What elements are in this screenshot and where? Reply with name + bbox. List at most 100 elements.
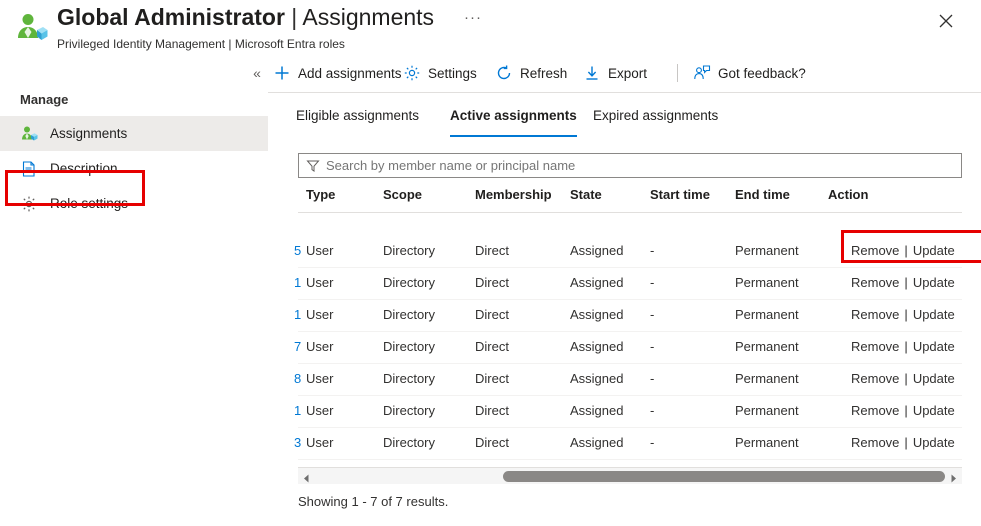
table-row[interactable]: 1 User Directory Direct Assigned - Perma… [298, 268, 962, 300]
clipped-name-fragment: 5 [294, 243, 304, 258]
action-separator: | [904, 339, 907, 354]
feedback-icon [693, 64, 711, 82]
clipped-name-fragment: 8 [294, 371, 304, 386]
cell-scope: Directory [383, 275, 435, 290]
remove-link[interactable]: Remove [851, 243, 899, 258]
download-icon [583, 64, 601, 82]
export-button[interactable]: Export [583, 58, 647, 88]
close-icon[interactable] [931, 7, 961, 37]
cell-state: Assigned [570, 275, 623, 290]
scroll-right-arrow-icon[interactable] [948, 471, 959, 482]
got-feedback-button[interactable]: Got feedback? [693, 58, 806, 88]
cell-action: Remove | Update [851, 339, 955, 354]
toolbar-label: Add assignments [298, 66, 402, 81]
update-link[interactable]: Update [913, 243, 955, 258]
clipped-name-fragment: 7 [294, 339, 304, 354]
sidebar-item-role-settings[interactable]: Role settings [0, 186, 268, 221]
row-divider [298, 459, 962, 460]
column-header-action: Action [828, 187, 868, 202]
clipped-name-fragment: 1 [294, 275, 304, 290]
update-link[interactable]: Update [913, 339, 955, 354]
cell-state: Assigned [570, 307, 623, 322]
scroll-left-arrow-icon[interactable] [301, 471, 312, 482]
cell-start-time: - [650, 339, 654, 354]
remove-link[interactable]: Remove [851, 435, 899, 450]
table-row[interactable]: 3 User Directory Direct Assigned - Perma… [298, 428, 962, 460]
filter-icon [306, 159, 320, 173]
horizontal-scrollbar[interactable] [298, 467, 962, 484]
cell-type: User [306, 275, 333, 290]
refresh-icon [495, 64, 513, 82]
sidebar-item-label: Role settings [50, 196, 128, 211]
remove-link[interactable]: Remove [851, 307, 899, 322]
page-title-primary: Global Administrator [57, 4, 285, 30]
sidebar-item-description[interactable]: Description [0, 151, 268, 186]
cell-start-time: - [650, 243, 654, 258]
cell-type: User [306, 371, 333, 386]
search-container[interactable] [298, 153, 962, 178]
cell-end-time: Permanent [735, 403, 799, 418]
remove-link[interactable]: Remove [851, 371, 899, 386]
action-separator: | [904, 243, 907, 258]
update-link[interactable]: Update [913, 403, 955, 418]
nav-section-manage: Manage [20, 92, 68, 107]
toolbar-label: Refresh [520, 66, 567, 81]
results-count: Showing 1 - 7 of 7 results. [298, 494, 448, 509]
remove-link[interactable]: Remove [851, 339, 899, 354]
table-row[interactable]: 7 User Directory Direct Assigned - Perma… [298, 332, 962, 364]
cell-end-time: Permanent [735, 339, 799, 354]
gear-icon [20, 195, 38, 213]
table-row[interactable]: 8 User Directory Direct Assigned - Perma… [298, 364, 962, 396]
table-header-row: Type Scope Membership State Start time E… [298, 184, 962, 212]
collapse-nav-icon[interactable]: « [246, 62, 268, 84]
page-title-separator: | [291, 4, 297, 30]
cell-action: Remove|Update [851, 435, 955, 450]
cell-state: Assigned [570, 243, 623, 258]
toolbar-label: Export [608, 66, 647, 81]
update-link[interactable]: Update [913, 371, 955, 386]
update-link[interactable]: Update [913, 275, 955, 290]
table-body: 5 User Directory Direct Assigned - Perma… [298, 236, 962, 460]
cell-type: User [306, 307, 333, 322]
document-icon [20, 160, 38, 178]
settings-button[interactable]: Settings [403, 58, 477, 88]
update-link[interactable]: Update [913, 435, 955, 450]
cell-action: Remove | Update [851, 243, 955, 258]
more-options-icon[interactable]: ··· [461, 8, 485, 30]
column-header-state: State [570, 187, 602, 202]
search-input[interactable] [326, 155, 961, 176]
tab-expired-assignments[interactable]: Expired assignments [593, 102, 718, 134]
remove-link[interactable]: Remove [851, 275, 899, 290]
table-row[interactable]: 1 User Directory Direct Assigned - Perma… [298, 300, 962, 332]
tab-label: Active assignments [450, 108, 577, 123]
remove-link[interactable]: Remove [851, 403, 899, 418]
action-separator: | [904, 275, 907, 290]
tab-active-assignments[interactable]: Active assignments [450, 102, 577, 134]
sidebar-item-assignments[interactable]: Assignments [0, 116, 268, 151]
cell-start-time: - [650, 371, 654, 386]
cell-state: Assigned [570, 371, 623, 386]
cell-state: Assigned [570, 435, 623, 450]
update-link[interactable]: Update [913, 307, 955, 322]
clipped-name-fragment: 1 [294, 307, 304, 322]
cell-scope: Directory [383, 243, 435, 258]
cell-type: User [306, 435, 333, 450]
refresh-button[interactable]: Refresh [495, 58, 567, 88]
user-role-icon [20, 125, 38, 143]
cell-type: User [306, 403, 333, 418]
cell-end-time: Permanent [735, 275, 799, 290]
cell-action: Remove|Update [851, 371, 955, 386]
tab-label: Expired assignments [593, 108, 718, 123]
cell-type: User [306, 243, 333, 258]
add-assignments-button[interactable]: Add assignments [273, 58, 402, 88]
scrollbar-thumb[interactable] [503, 471, 945, 482]
cell-state: Assigned [570, 403, 623, 418]
tab-label: Eligible assignments [296, 108, 419, 123]
title-block: Global Administrator | Assignments Privi… [57, 2, 434, 52]
cell-membership: Direct [475, 275, 509, 290]
cell-action: Remove|Update [851, 307, 955, 322]
table-row[interactable]: 5 User Directory Direct Assigned - Perma… [298, 236, 962, 268]
table-row[interactable]: 1 User Directory Direct Assigned - Perma… [298, 396, 962, 428]
tab-eligible-assignments[interactable]: Eligible assignments [296, 102, 419, 134]
toolbar-divider-line [268, 92, 981, 93]
